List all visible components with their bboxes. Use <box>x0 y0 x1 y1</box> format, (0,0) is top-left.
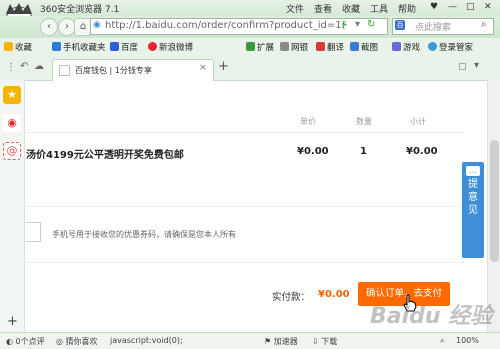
status-link: javascript:void(0); <box>110 336 183 345</box>
lightning-icon[interactable]: ⚡ <box>341 20 348 31</box>
menu-help[interactable]: 帮助 <box>398 2 416 15</box>
watermark: Baidu 经验 <box>370 304 493 329</box>
search-icon[interactable]: ⌕ <box>481 19 487 30</box>
product-name: 汤价4199元公平透明开奖免费包邮 <box>26 150 184 161</box>
menu-tools[interactable]: 工具 <box>370 2 388 15</box>
search-input[interactable]: 点此搜索 <box>415 20 451 33</box>
zoom-level[interactable]: 100% <box>456 336 479 345</box>
puzzle-icon <box>246 42 255 51</box>
tab-list-icon[interactable]: ▢ <box>458 62 467 72</box>
phone-note: 手机号用于接收您的优惠券码，请确保是您本人所有 <box>52 230 236 239</box>
bookmark-baidu[interactable]: 百度 <box>110 41 138 53</box>
ext-translate[interactable]: 翻译 <box>316 41 344 53</box>
download-icon: ⇩ <box>312 337 322 346</box>
refresh-icon[interactable]: ↻ <box>367 19 375 30</box>
divider <box>24 262 464 263</box>
scissors-icon <box>350 42 359 51</box>
ext-screenshot[interactable]: 截图 <box>350 41 378 53</box>
tab-active[interactable]: 百度钱包 | 1分钱专享 × <box>52 59 214 81</box>
download[interactable]: ⇩ 下载 <box>312 336 337 347</box>
favorites-star-icon[interactable]: ★ <box>3 86 21 104</box>
menu-view[interactable]: 查看 <box>314 2 332 15</box>
feedback-char-3: 见 <box>468 205 478 216</box>
divider <box>24 206 464 207</box>
guess-icon: ◎ <box>56 337 66 346</box>
url-text[interactable]: http://1.baidu.com/order/confirm?product… <box>105 20 346 31</box>
points-status[interactable]: ◐ 0个点评 <box>6 336 45 347</box>
bookmark-mobile[interactable]: 手机收藏夹 <box>52 41 106 53</box>
close-icon[interactable]: ✕ <box>484 2 492 12</box>
points-icon: ◐ <box>6 337 16 346</box>
translate-icon <box>316 42 325 51</box>
rocket-icon: ⚑ <box>264 337 274 346</box>
maximize-icon[interactable]: □ <box>466 2 475 12</box>
phone-input[interactable] <box>26 222 41 242</box>
skin-icon[interactable]: ♥ <box>430 2 438 12</box>
minimize-icon[interactable]: — <box>448 2 457 12</box>
globe-icon: ◉ <box>93 20 101 30</box>
tab-bar: ⋮ ↶ ☁ 百度钱包 | 1分钱专享 × + ▢ ▾ <box>0 56 500 81</box>
accelerator[interactable]: ⚑ 加速器 <box>264 336 298 347</box>
ext-games[interactable]: 游戏 <box>392 41 420 53</box>
subtotal: ¥0.00 <box>406 146 438 157</box>
vertical-scrollbar[interactable] <box>487 80 500 332</box>
ext-login-manager[interactable]: 登录管家 <box>428 41 473 53</box>
header-unit-price: 单价 <box>300 117 316 126</box>
ext-extensions[interactable]: 扩展 <box>246 41 274 53</box>
user-icon <box>428 42 437 51</box>
close-tab-icon[interactable]: × <box>199 63 207 73</box>
feedback-char-2: 意 <box>468 192 478 203</box>
feedback-button[interactable]: … 提 意 见 <box>462 162 484 258</box>
dropdown-icon[interactable]: ▾ <box>355 19 360 30</box>
search-engine-icon[interactable]: 百 <box>395 20 405 30</box>
scrollbar-thumb[interactable] <box>490 140 499 262</box>
bank-icon <box>280 42 289 51</box>
search-box[interactable]: 百 点此搜索 ⌕ <box>392 18 494 35</box>
weibo-icon <box>148 42 157 51</box>
bookmark-weibo[interactable]: 新浪微博 <box>148 41 193 53</box>
navigation-bar: ‹ › ⌂ ◉ http://1.baidu.com/order/confirm… <box>0 16 500 38</box>
payment-label: 实付款： <box>272 292 311 303</box>
menu-file[interactable]: 文件 <box>286 2 304 15</box>
back-icon[interactable]: ‹ <box>40 18 58 36</box>
header-subtotal: 小计 <box>410 117 426 126</box>
unit-price: ¥0.00 <box>297 146 329 157</box>
email-sidebar-icon[interactable]: @ <box>3 142 21 160</box>
chat-icon: … <box>466 166 480 176</box>
tab-menu-icon[interactable]: ⋮ <box>6 62 16 73</box>
feedback-char-1: 提 <box>468 179 478 190</box>
payment-amount: ¥0.00 <box>318 289 350 300</box>
address-bar[interactable]: ◉ http://1.baidu.com/order/confirm?produ… <box>90 18 388 35</box>
game-icon <box>392 42 401 51</box>
tab-dropdown-icon[interactable]: ▾ <box>474 60 479 71</box>
left-sidebar: ★ ◉ @ + <box>0 80 25 332</box>
page-icon <box>59 65 70 76</box>
menu-favorites[interactable]: 收藏 <box>342 2 360 15</box>
bookmark-favorites[interactable]: 收藏 <box>4 41 32 53</box>
new-tab-button[interactable]: + <box>218 59 229 74</box>
guess-like[interactable]: ◎ 猜你喜欢 <box>56 336 98 347</box>
zoom-icon[interactable]: ⌕ <box>440 336 444 346</box>
cloud-icon[interactable]: ☁ <box>34 61 44 72</box>
undo-icon[interactable]: ↶ <box>20 61 28 72</box>
title-bar: 360安全浏览器 7.1 文件 查看 收藏 工具 帮助 ♥ — □ ✕ <box>0 0 500 16</box>
app-title: 360安全浏览器 7.1 <box>40 5 120 15</box>
star-icon <box>4 42 13 51</box>
baidu-icon <box>110 42 119 51</box>
tab-title: 百度钱包 | 1分钱专享 <box>75 66 152 75</box>
add-sidebar-icon[interactable]: + <box>7 314 18 329</box>
status-bar: ◐ 0个点评 ◎ 猜你喜欢 javascript:void(0); ⚑ 加速器 … <box>0 332 500 349</box>
header-quantity: 数量 <box>356 117 372 126</box>
bookmark-bar: 收藏 手机收藏夹 百度 新浪微博 扩展 网银 翻译 截图 游戏 登录管家 <box>0 38 500 57</box>
divider <box>24 132 464 133</box>
quantity: 1 <box>360 146 367 157</box>
weibo-sidebar-icon[interactable]: ◉ <box>3 114 21 132</box>
ext-bank[interactable]: 网银 <box>280 41 308 53</box>
phone-icon <box>52 42 61 51</box>
